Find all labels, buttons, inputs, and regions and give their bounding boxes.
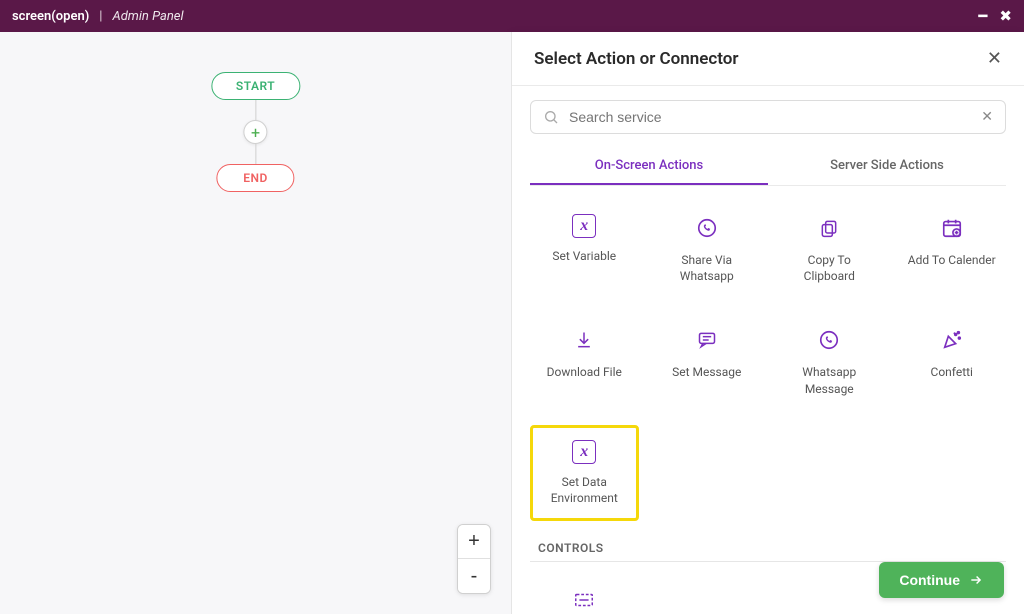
zoom-in-button[interactable]: + [458,525,490,559]
continue-label: Continue [899,572,960,588]
action-selector-panel: Select Action or Connector ✕ ✕ On-Screen… [512,32,1024,614]
panel-header: Select Action or Connector ✕ [512,32,1024,86]
continue-button[interactable]: Continue [879,562,1004,598]
focus-icon [570,586,598,614]
action-copy-clipboard[interactable]: Copy To Clipboard [775,200,884,298]
title-separator: | [99,9,102,24]
whatsapp-icon [693,214,721,242]
connector-line [255,144,256,164]
action-download-file[interactable]: Download File [530,312,639,410]
start-node[interactable]: START [211,72,300,100]
window-close-button[interactable]: ✖ [999,7,1012,25]
action-tabs: On-Screen Actions Server Side Actions [530,148,1006,186]
window-title-right: Admin Panel [112,9,183,24]
variable-icon: x [572,214,596,238]
clipboard-icon [815,214,843,242]
clear-search-button[interactable]: ✕ [981,109,993,125]
action-set-data-environment[interactable]: x Set Data Environment [530,425,639,521]
whatsapp-icon [815,326,843,354]
actions-scroll-area[interactable]: x Set Variable Share Via Whatsapp Copy T… [512,186,1024,614]
action-set-variable[interactable]: x Set Variable [530,200,639,298]
action-set-message[interactable]: Set Message [653,312,762,410]
window-title-left: screen(open) [12,9,89,24]
zoom-out-button[interactable]: - [458,559,490,593]
tab-server-side-actions[interactable]: Server Side Actions [768,148,1006,185]
flow-canvas[interactable]: START + END + - [0,32,512,614]
action-share-whatsapp[interactable]: Share Via Whatsapp [653,200,762,298]
variable-icon: x [572,440,596,464]
section-controls: CONTROLS [538,541,1006,555]
close-panel-button[interactable]: ✕ [987,48,1002,69]
download-icon [570,326,598,354]
panel-title: Select Action or Connector [534,49,739,69]
add-step-button[interactable]: + [244,120,268,144]
action-confetti[interactable]: Confetti [898,312,1007,410]
confetti-icon [938,326,966,354]
action-add-calendar[interactable]: Add To Calender [898,200,1007,298]
tab-onscreen-actions[interactable]: On-Screen Actions [530,148,768,185]
flow-diagram: START + END [211,72,300,192]
connector-line [255,100,256,120]
action-whatsapp-message[interactable]: Whatsapp Message [775,312,884,410]
arrow-right-icon [968,573,984,587]
search-box[interactable]: ✕ [530,100,1006,134]
message-icon [693,326,721,354]
window-titlebar: screen(open) | Admin Panel ━ ✖ [0,0,1024,32]
zoom-controls: + - [457,524,491,594]
end-node[interactable]: END [216,164,295,192]
window-minimize-button[interactable]: ━ [978,7,987,25]
action-focus-control[interactable]: Focus Control [530,572,639,614]
calendar-plus-icon [938,214,966,242]
search-icon [543,109,559,125]
search-input[interactable] [569,109,971,125]
